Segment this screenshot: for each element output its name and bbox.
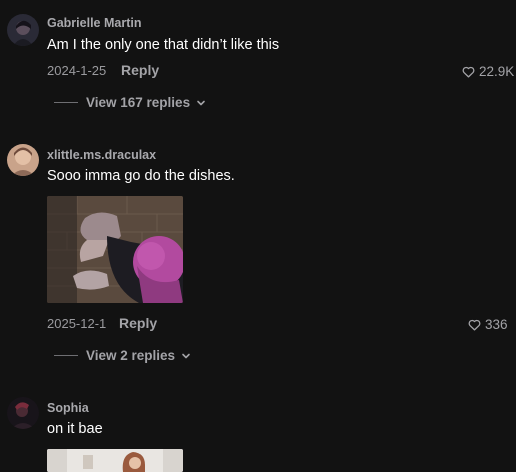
chevron-down-icon xyxy=(197,100,205,105)
heart-outline-icon xyxy=(468,319,481,331)
comment-date: 2025-12-1 xyxy=(47,316,107,331)
reply-button[interactable]: Reply xyxy=(119,315,157,331)
comment-date: 2024-1-25 xyxy=(47,63,107,78)
like-button[interactable]: 22.9K xyxy=(462,64,514,79)
like-button[interactable]: 336 xyxy=(468,317,508,332)
like-count: 336 xyxy=(485,317,508,332)
avatar[interactable] xyxy=(7,397,39,429)
chevron-down-icon xyxy=(182,353,190,358)
comment-text: on it bae xyxy=(47,421,103,437)
view-replies-button[interactable]: View 167 replies xyxy=(54,95,206,110)
reply-button[interactable]: Reply xyxy=(121,62,159,78)
image-thumbnail[interactable] xyxy=(47,449,183,472)
comment-username[interactable]: Gabrielle Martin xyxy=(47,16,141,30)
avatar[interactable] xyxy=(7,14,39,46)
view-replies-label: View 167 replies xyxy=(86,95,191,110)
divider xyxy=(54,355,78,356)
comment-text: Am I the only one that didn’t like this xyxy=(47,37,280,53)
view-replies-label: View 2 replies xyxy=(86,348,176,363)
heart-outline-icon xyxy=(462,66,475,78)
comment-username[interactable]: Sophia xyxy=(47,401,89,415)
like-count: 22.9K xyxy=(479,64,515,79)
animated-gif-thumbnail[interactable] xyxy=(47,196,183,303)
view-replies-button[interactable]: View 2 replies xyxy=(54,348,191,363)
avatar[interactable] xyxy=(7,144,39,176)
divider xyxy=(54,102,78,103)
comment-username[interactable]: xlittle.ms.draculax xyxy=(47,148,156,162)
comment-text: Sooo imma go do the dishes. xyxy=(47,168,235,184)
